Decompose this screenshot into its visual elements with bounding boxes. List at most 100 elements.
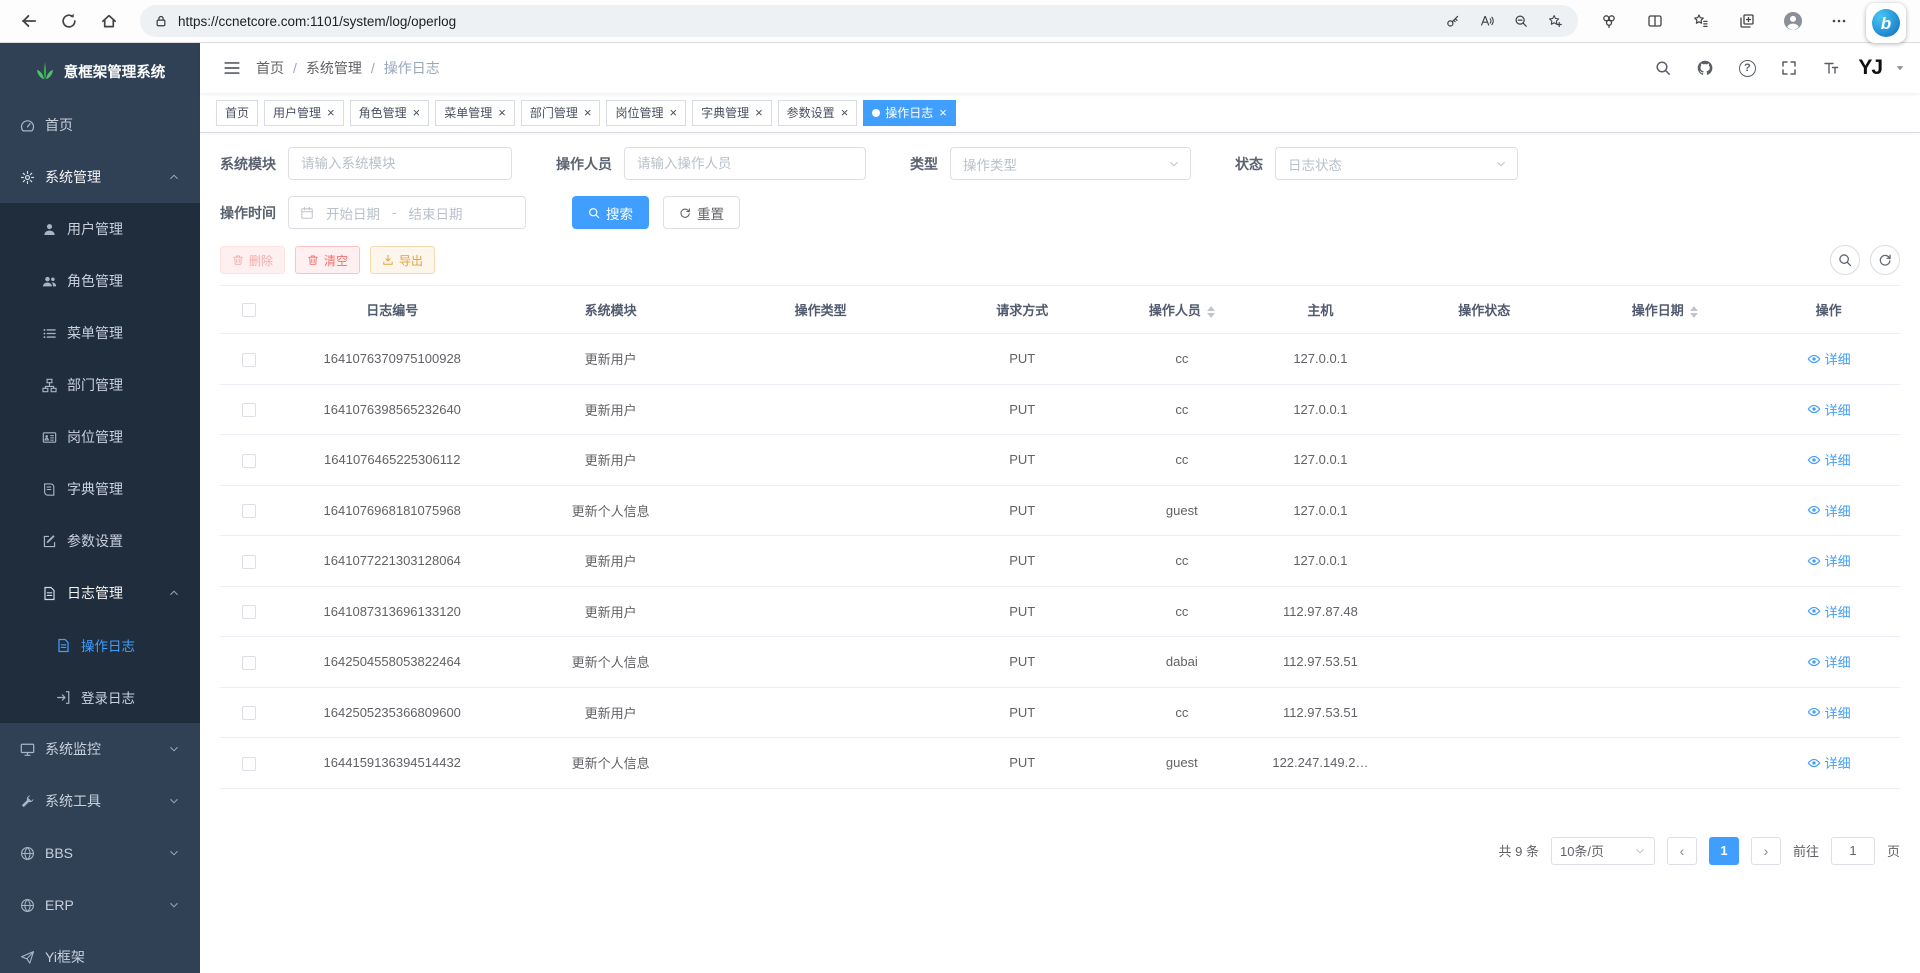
row-checkbox[interactable]: [242, 757, 256, 771]
close-icon[interactable]: ×: [327, 106, 335, 119]
bing-chat-button[interactable]: b: [1866, 3, 1906, 43]
profile-avatar[interactable]: [1774, 4, 1812, 38]
sidebar-item-dept-management[interactable]: 部门管理: [0, 359, 200, 411]
current-page-button[interactable]: 1: [1709, 837, 1739, 865]
select-all-checkbox[interactable]: [242, 303, 256, 317]
sidebar-item-menu-management[interactable]: 菜单管理: [0, 307, 200, 359]
tab[interactable]: 用户管理 ×: [264, 100, 344, 126]
detail-link[interactable]: 详细: [1807, 753, 1851, 772]
detail-link[interactable]: 详细: [1807, 349, 1851, 368]
zoom-out-button[interactable]: [1504, 8, 1538, 34]
detail-link[interactable]: 详细: [1807, 602, 1851, 621]
operator-input[interactable]: [624, 147, 866, 180]
browser-home-button[interactable]: [90, 4, 128, 38]
help-button[interactable]: ?: [1732, 53, 1762, 83]
date-range-picker[interactable]: 开始日期 - 结束日期: [288, 196, 526, 229]
sidebar-item-erp[interactable]: ERP: [0, 879, 200, 931]
sidebar-item-system-management[interactable]: 系统管理: [0, 151, 200, 203]
col-date[interactable]: 操作日期: [1572, 286, 1757, 334]
detail-link[interactable]: 详细: [1807, 450, 1851, 469]
app-logo[interactable]: 意框架管理系统: [0, 43, 200, 99]
row-checkbox[interactable]: [242, 706, 256, 720]
sidebar-item-home[interactable]: 首页: [0, 99, 200, 151]
refresh-table-button[interactable]: [1870, 245, 1900, 275]
sidebar-toggle-button[interactable]: [214, 50, 250, 86]
row-checkbox[interactable]: [242, 403, 256, 417]
close-icon[interactable]: ×: [755, 106, 763, 119]
header-search-button[interactable]: [1648, 53, 1678, 83]
favorites-button[interactable]: [1682, 4, 1720, 38]
status-select[interactable]: 日志状态: [1275, 147, 1518, 180]
sidebar-item-system-tools[interactable]: 系统工具: [0, 775, 200, 827]
sidebar-item-log-management[interactable]: 日志管理: [0, 567, 200, 619]
caret-down-icon[interactable]: [1894, 62, 1906, 74]
search-button[interactable]: 搜索: [572, 196, 649, 229]
type-select[interactable]: 操作类型: [950, 147, 1191, 180]
browser-refresh-button[interactable]: [50, 4, 88, 38]
row-checkbox[interactable]: [242, 605, 256, 619]
row-checkbox[interactable]: [242, 656, 256, 670]
row-checkbox[interactable]: [242, 555, 256, 569]
tab[interactable]: 操作日志 ×: [863, 100, 956, 126]
detail-link[interactable]: 详细: [1807, 652, 1851, 671]
breadcrumb-system-management[interactable]: 系统管理: [306, 58, 362, 78]
module-input[interactable]: [288, 147, 512, 180]
prev-page-button[interactable]: ‹: [1667, 837, 1697, 865]
read-aloud-button[interactable]: [1470, 8, 1504, 34]
detail-link[interactable]: 详细: [1807, 501, 1851, 520]
detail-link[interactable]: 详细: [1807, 703, 1851, 722]
sidebar-item-system-monitor[interactable]: 系统监控: [0, 723, 200, 775]
browser-back-button[interactable]: [10, 4, 48, 38]
browser-menu-button[interactable]: [1820, 4, 1858, 38]
extensions-button[interactable]: [1590, 4, 1628, 38]
tab[interactable]: 首页: [216, 100, 258, 126]
tab[interactable]: 岗位管理 ×: [606, 100, 686, 126]
tab[interactable]: 字典管理 ×: [692, 100, 772, 126]
close-icon[interactable]: ×: [498, 106, 506, 119]
sidebar-item-login-log[interactable]: 登录日志: [0, 671, 200, 723]
export-button[interactable]: 导出: [370, 246, 435, 274]
sidebar-item-role-management[interactable]: 角色管理: [0, 255, 200, 307]
address-bar[interactable]: https://ccnetcore.com:1101/system/log/op…: [140, 5, 1578, 37]
clear-button[interactable]: 清空: [295, 246, 360, 274]
sort-carets-icon[interactable]: [1207, 306, 1215, 318]
sort-carets-icon[interactable]: [1690, 306, 1698, 318]
tab[interactable]: 菜单管理 ×: [435, 100, 515, 126]
sidebar-item-yi-framework[interactable]: Yi框架: [0, 931, 200, 973]
detail-link[interactable]: 详细: [1807, 551, 1851, 570]
row-checkbox[interactable]: [242, 454, 256, 468]
tab[interactable]: 部门管理 ×: [521, 100, 601, 126]
row-checkbox[interactable]: [242, 353, 256, 367]
sidebar-item-bbs[interactable]: BBS: [0, 827, 200, 879]
reset-button[interactable]: 重置: [663, 196, 740, 229]
goto-page-input[interactable]: [1831, 837, 1875, 865]
url-text[interactable]: https://ccnetcore.com:1101/system/log/op…: [178, 14, 1436, 29]
breadcrumb-home[interactable]: 首页: [256, 58, 284, 78]
next-page-button[interactable]: ›: [1751, 837, 1781, 865]
sidebar-item-operation-log[interactable]: 操作日志: [0, 619, 200, 671]
font-size-button[interactable]: [1816, 53, 1846, 83]
add-favorite-button[interactable]: [1538, 8, 1572, 34]
page-size-select[interactable]: 10条/页: [1551, 837, 1655, 865]
close-icon[interactable]: ×: [669, 106, 677, 119]
user-avatar-logo[interactable]: YJ: [1858, 56, 1882, 80]
close-icon[interactable]: ×: [841, 106, 849, 119]
split-screen-button[interactable]: [1636, 4, 1674, 38]
close-icon[interactable]: ×: [939, 106, 947, 119]
delete-button[interactable]: 删除: [220, 246, 285, 274]
close-icon[interactable]: ×: [413, 106, 421, 119]
detail-link[interactable]: 详细: [1807, 400, 1851, 419]
tab[interactable]: 角色管理 ×: [350, 100, 430, 126]
password-key-button[interactable]: [1436, 8, 1470, 34]
collections-button[interactable]: [1728, 4, 1766, 38]
github-link[interactable]: [1690, 53, 1720, 83]
col-operator[interactable]: 操作人员: [1119, 286, 1245, 334]
row-checkbox[interactable]: [242, 504, 256, 518]
fullscreen-button[interactable]: [1774, 53, 1804, 83]
close-icon[interactable]: ×: [584, 106, 592, 119]
show-search-toggle-button[interactable]: [1830, 245, 1860, 275]
sidebar-item-param-settings[interactable]: 参数设置: [0, 515, 200, 567]
sidebar-item-post-management[interactable]: 岗位管理: [0, 411, 200, 463]
sidebar-item-dict-management[interactable]: 字典管理: [0, 463, 200, 515]
sidebar-item-user-management[interactable]: 用户管理: [0, 203, 200, 255]
